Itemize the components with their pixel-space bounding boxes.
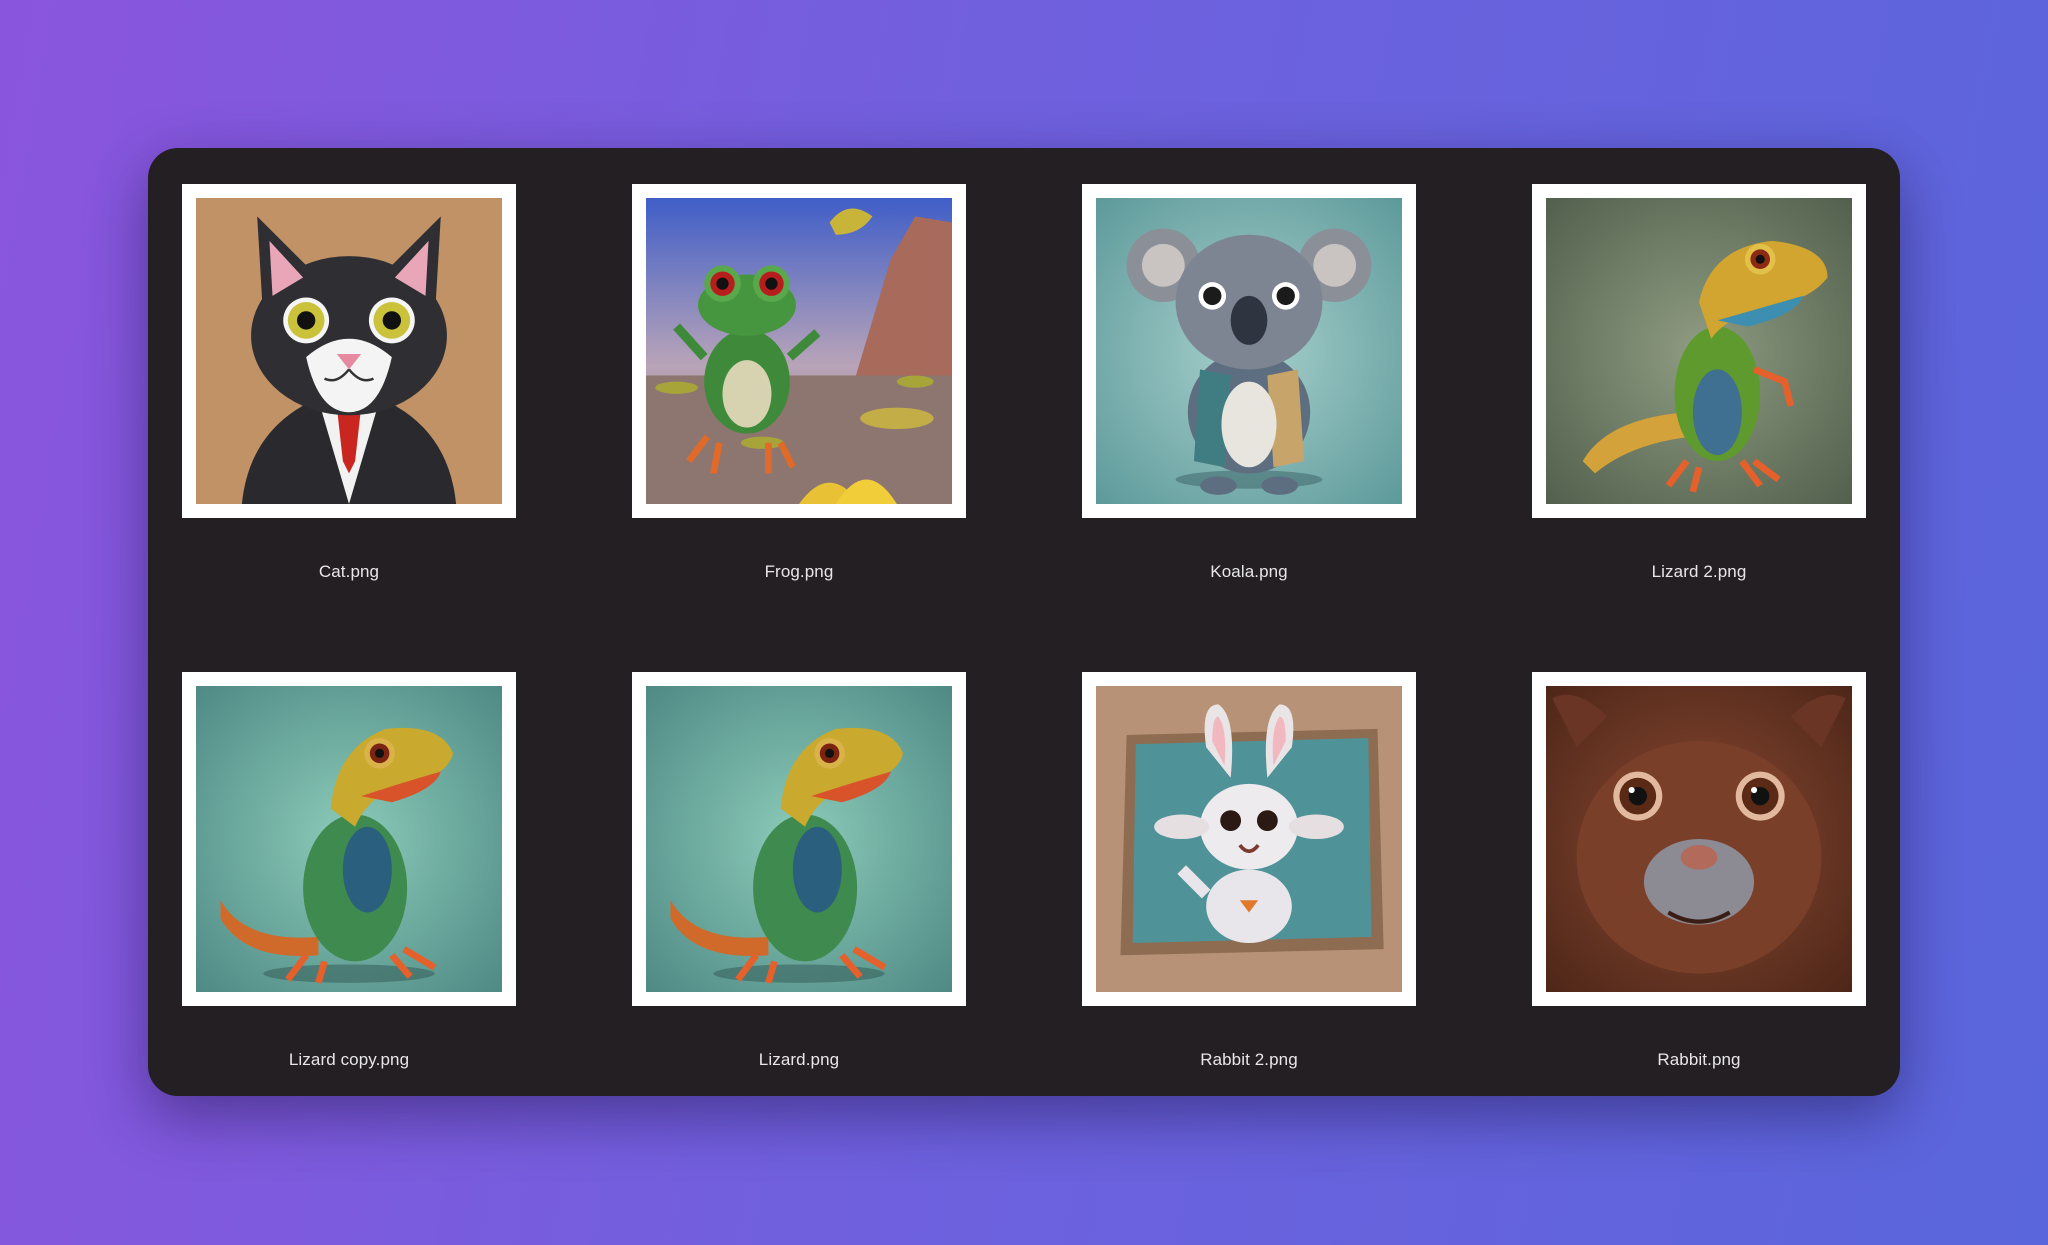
file-name-label: Koala.png [1210,562,1288,581]
file-item-koala[interactable]: Koala.png [1082,184,1416,581]
file-item-frog[interactable]: Frog.png [632,184,966,581]
rabbit-thumbnail-icon [1546,686,1852,992]
lizard-thumbnail-icon [646,686,952,992]
file-name-label: Frog.png [764,562,834,581]
file-item-rabbit[interactable]: Rabbit.png [1532,672,1866,1069]
file-item-cat[interactable]: Cat.png [182,184,516,581]
thumbnail-frame [1082,184,1416,518]
thumbnail-grid: Cat.png Frog.png Koala.png Lizard 2.png … [182,184,1866,1069]
thumbnail-frame [632,672,966,1006]
file-name-label: Lizard.png [758,1050,840,1069]
thumbnail-frame [182,672,516,1006]
file-item-rabbit-2[interactable]: Rabbit 2.png [1082,672,1416,1069]
lizard-thumbnail-icon [196,686,502,992]
thumbnail-frame [1082,672,1416,1006]
file-name-label: Lizard 2.png [1651,562,1747,581]
file-name-label: Rabbit 2.png [1200,1050,1298,1069]
file-item-lizard[interactable]: Lizard.png [632,672,966,1069]
lizard-thumbnail-icon [1546,198,1852,504]
file-item-lizard-copy[interactable]: Lizard copy.png [182,672,516,1069]
cat-thumbnail-icon [196,198,502,504]
thumbnail-frame [632,184,966,518]
file-browser-window: Cat.png Frog.png Koala.png Lizard 2.png … [148,148,1900,1096]
file-item-lizard-2[interactable]: Lizard 2.png [1532,184,1866,581]
file-name-label: Cat.png [318,562,380,581]
thumbnail-frame [182,184,516,518]
frog-thumbnail-icon [646,198,952,504]
file-name-label: Rabbit.png [1657,1050,1741,1069]
thumbnail-frame [1532,184,1866,518]
file-name-label: Lizard copy.png [288,1050,410,1069]
koala-thumbnail-icon [1096,198,1402,504]
thumbnail-frame [1532,672,1866,1006]
rabbit-thumbnail-icon [1096,686,1402,992]
